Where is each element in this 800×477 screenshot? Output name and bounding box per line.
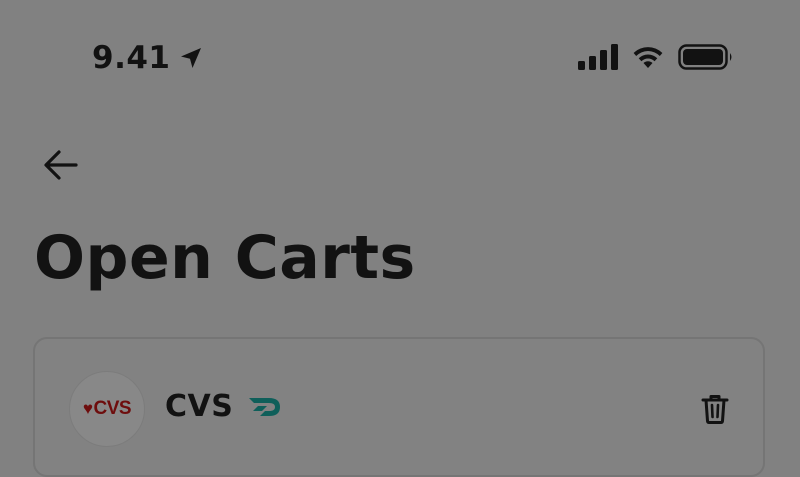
trash-icon xyxy=(701,395,729,424)
status-bar: 9.41 xyxy=(0,0,800,110)
status-time: 9.41 xyxy=(92,40,203,76)
dashpass-icon xyxy=(249,398,280,416)
cart-card-cvs[interactable]: ♥ CVS CVS xyxy=(33,337,765,477)
wifi-icon xyxy=(633,47,663,68)
status-icons xyxy=(578,44,734,70)
dashpass-badge xyxy=(249,396,283,422)
status-time-text: 9.41 xyxy=(92,40,171,76)
store-name: CVS xyxy=(165,389,234,424)
delete-cart-button[interactable] xyxy=(697,391,733,427)
page-title: Open Carts xyxy=(34,223,416,293)
location-arrow-icon xyxy=(180,48,201,68)
heart-icon: ♥ xyxy=(82,399,93,418)
cellular-signal-icon xyxy=(578,44,618,70)
back-button[interactable] xyxy=(36,142,86,188)
store-logo-text: CVS xyxy=(93,398,132,419)
store-logo-mark: ♥ CVS xyxy=(82,398,132,420)
battery-icon xyxy=(678,44,732,70)
arrow-left-icon xyxy=(44,150,78,180)
store-logo: ♥ CVS xyxy=(69,371,145,447)
